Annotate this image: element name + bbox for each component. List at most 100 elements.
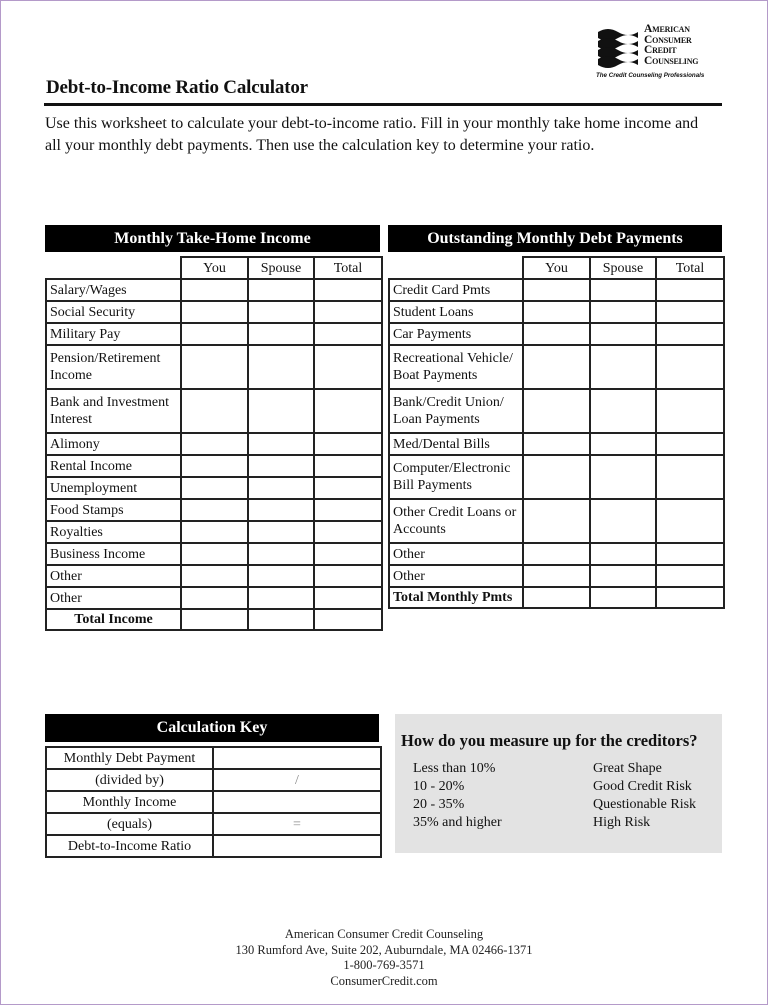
input-cell-total[interactable] (313, 476, 383, 500)
input-cell-you[interactable] (522, 388, 591, 434)
row-label: Unemployment (45, 476, 182, 500)
input-cell-total[interactable] (313, 432, 383, 456)
input-cell-spouse[interactable] (247, 388, 315, 434)
input-cell-total[interactable] (655, 454, 725, 500)
table-row: Rental Income (45, 454, 383, 478)
measure-rating: Good Credit Risk (593, 779, 692, 794)
input-cell-total[interactable] (655, 432, 725, 456)
input-cell-spouse[interactable] (589, 564, 657, 588)
input-cell-you[interactable] (180, 542, 249, 566)
calc-key-value-cell[interactable] (212, 746, 382, 770)
input-cell-total[interactable] (655, 322, 725, 346)
input-cell-total[interactable] (313, 454, 383, 478)
input-cell-total[interactable] (313, 542, 383, 566)
input-cell-spouse[interactable] (589, 344, 657, 390)
footer-website: ConsumerCredit.com (330, 973, 438, 988)
input-cell-total[interactable] (313, 300, 383, 324)
input-cell-total[interactable] (313, 498, 383, 522)
total-cell-you[interactable] (522, 586, 591, 609)
input-cell-you[interactable] (180, 520, 249, 544)
calc-key-value-cell[interactable]: = (212, 812, 382, 836)
input-cell-total[interactable] (655, 278, 725, 302)
input-cell-spouse[interactable] (247, 586, 315, 610)
input-cell-you[interactable] (180, 322, 249, 346)
input-cell-total[interactable] (655, 542, 725, 566)
row-label: Business Income (45, 542, 182, 566)
total-cell-total[interactable] (655, 586, 725, 609)
input-cell-spouse[interactable] (247, 542, 315, 566)
input-cell-spouse[interactable] (247, 432, 315, 456)
footer: American Consumer Credit Counseling 130 … (0, 927, 768, 989)
input-cell-total[interactable] (655, 564, 725, 588)
input-cell-total[interactable] (655, 344, 725, 390)
input-cell-you[interactable] (522, 322, 591, 346)
input-cell-spouse[interactable] (589, 542, 657, 566)
table-row: Other (45, 564, 383, 588)
calc-key-value-cell[interactable] (212, 834, 382, 858)
row-label: Bank and Investment Interest (45, 388, 182, 434)
input-cell-you[interactable] (522, 454, 591, 500)
calc-key-value-cell[interactable]: / (212, 768, 382, 792)
input-cell-you[interactable] (522, 432, 591, 456)
input-cell-you[interactable] (180, 388, 249, 434)
row-label: Salary/Wages (45, 278, 182, 302)
input-cell-spouse[interactable] (589, 498, 657, 544)
input-cell-you[interactable] (180, 278, 249, 302)
row-label: Food Stamps (45, 498, 182, 522)
calc-key-row: (equals) = (45, 812, 382, 836)
row-label: Social Security (45, 300, 182, 324)
measure-rating: Great Shape (593, 761, 662, 776)
input-cell-you[interactable] (180, 344, 249, 390)
input-cell-total[interactable] (313, 564, 383, 588)
total-cell-total[interactable] (313, 608, 383, 631)
input-cell-you[interactable] (522, 278, 591, 302)
row-label: Royalties (45, 520, 182, 544)
input-cell-spouse[interactable] (247, 344, 315, 390)
input-cell-you[interactable] (180, 454, 249, 478)
input-cell-you[interactable] (180, 300, 249, 324)
footer-org: American Consumer Credit Counseling (284, 927, 484, 941)
input-cell-total[interactable] (313, 586, 383, 610)
total-cell-you[interactable] (180, 608, 249, 631)
input-cell-you[interactable] (180, 476, 249, 500)
input-cell-spouse[interactable] (589, 454, 657, 500)
input-cell-spouse[interactable] (247, 564, 315, 588)
input-cell-spouse[interactable] (247, 520, 315, 544)
input-cell-you[interactable] (180, 564, 249, 588)
input-cell-total[interactable] (655, 498, 725, 544)
input-cell-you[interactable] (522, 564, 591, 588)
row-label: Pension/Retirement Income (45, 344, 182, 390)
input-cell-you[interactable] (180, 586, 249, 610)
input-cell-total[interactable] (313, 388, 383, 434)
input-cell-spouse[interactable] (247, 454, 315, 478)
input-cell-spouse[interactable] (247, 498, 315, 522)
input-cell-total[interactable] (313, 322, 383, 346)
input-cell-total[interactable] (313, 278, 383, 302)
total-cell-spouse[interactable] (589, 586, 657, 609)
input-cell-you[interactable] (180, 432, 249, 456)
column-header-total: Total (655, 256, 725, 280)
input-cell-spouse[interactable] (589, 322, 657, 346)
calc-key-value-cell[interactable] (212, 790, 382, 814)
input-cell-spouse[interactable] (589, 388, 657, 434)
input-cell-you[interactable] (522, 344, 591, 390)
input-cell-total[interactable] (655, 300, 725, 324)
input-cell-spouse[interactable] (247, 322, 315, 346)
input-cell-spouse[interactable] (247, 476, 315, 500)
input-cell-total[interactable] (655, 388, 725, 434)
input-cell-spouse[interactable] (589, 278, 657, 302)
column-header-row: You Spouse Total (46, 256, 383, 280)
input-cell-spouse[interactable] (589, 432, 657, 456)
input-cell-you[interactable] (522, 498, 591, 544)
input-cell-total[interactable] (313, 344, 383, 390)
input-cell-you[interactable] (180, 498, 249, 522)
input-cell-you[interactable] (522, 542, 591, 566)
input-cell-total[interactable] (313, 520, 383, 544)
input-cell-spouse[interactable] (247, 278, 315, 302)
input-cell-you[interactable] (522, 300, 591, 324)
input-cell-spouse[interactable] (247, 300, 315, 324)
input-cell-spouse[interactable] (589, 300, 657, 324)
row-label: Other (388, 542, 524, 566)
total-cell-spouse[interactable] (247, 608, 315, 631)
title-divider (44, 103, 722, 106)
